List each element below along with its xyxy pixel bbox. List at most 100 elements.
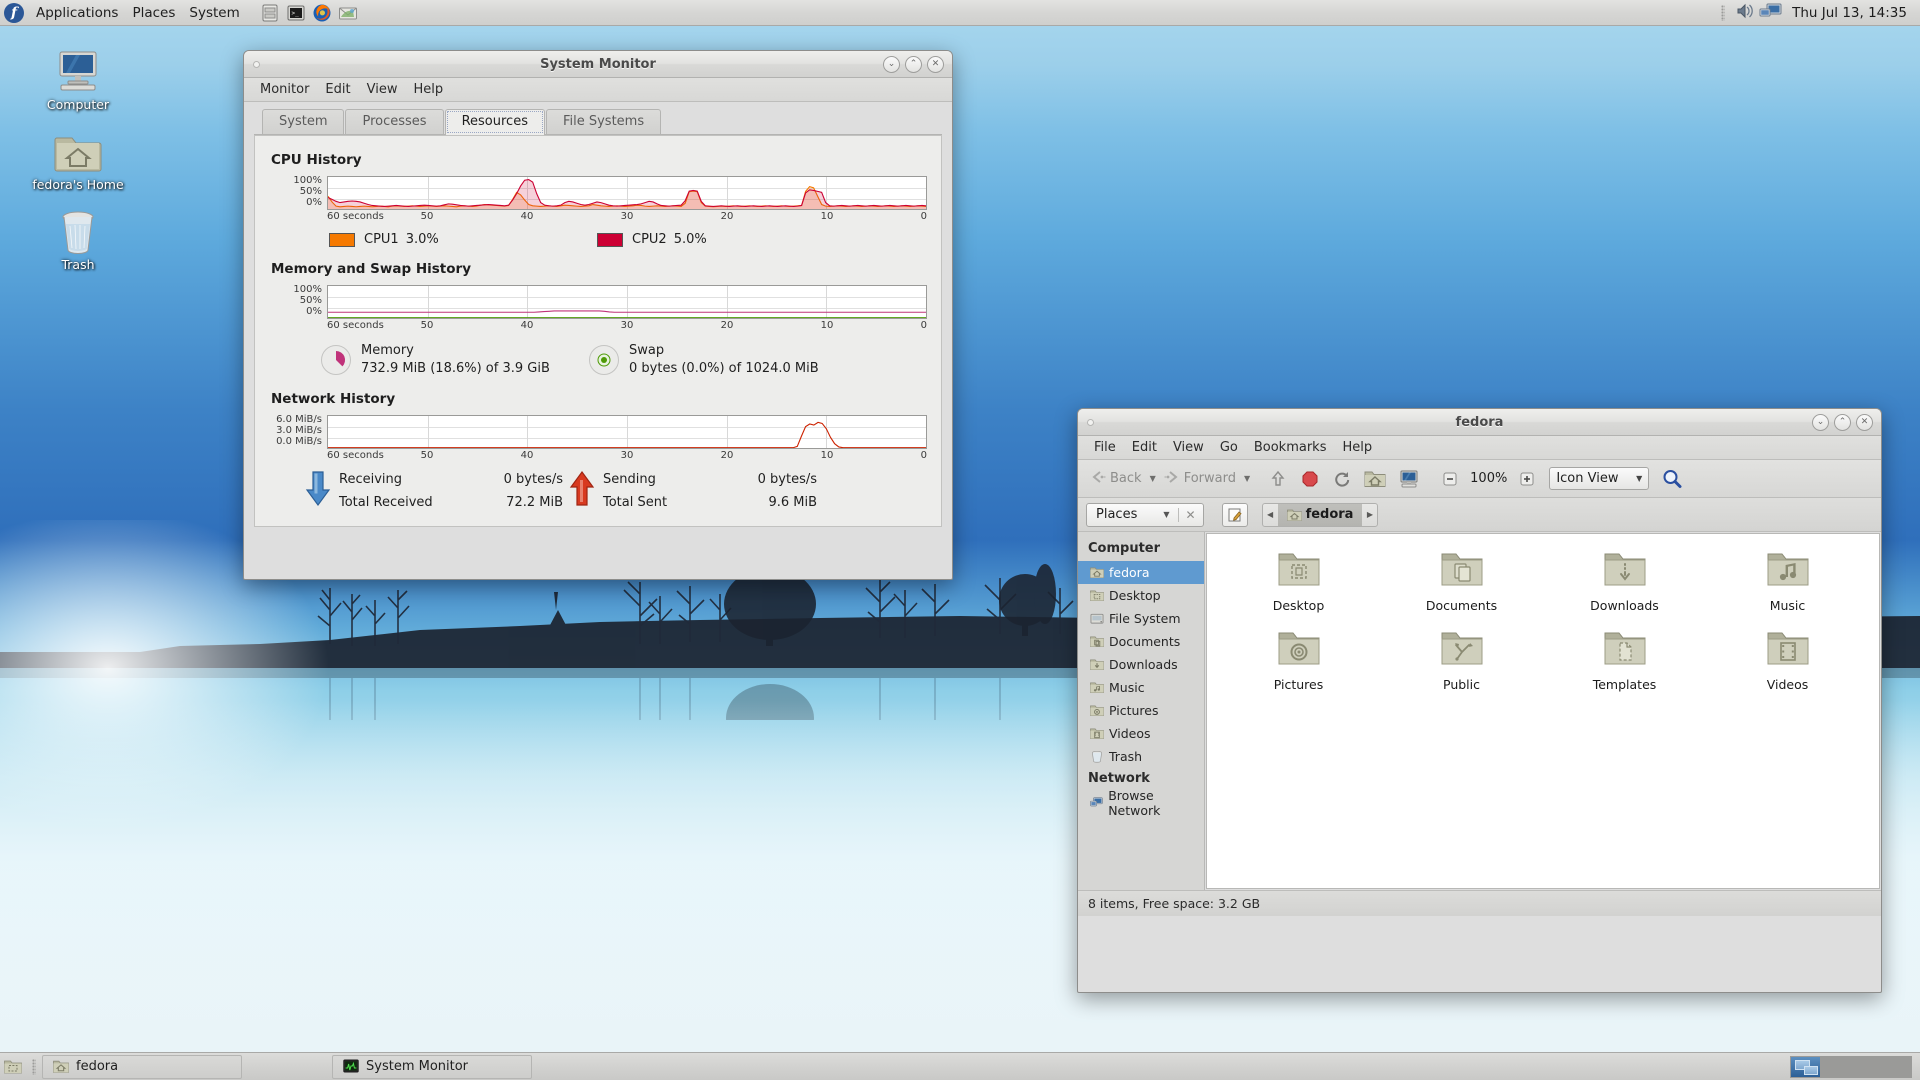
workspace-3[interactable] xyxy=(1851,1056,1881,1077)
sidebar-item-music[interactable]: Music xyxy=(1078,676,1204,699)
workspace-4[interactable] xyxy=(1881,1056,1911,1077)
cpu-plot xyxy=(327,176,927,210)
close-button[interactable]: ✕ xyxy=(927,55,944,73)
workspace-2[interactable] xyxy=(1821,1056,1851,1077)
forward-label: Forward xyxy=(1183,471,1236,486)
maximize-button[interactable]: ⌃ xyxy=(905,55,922,73)
file-item-downloads[interactable]: Downloads xyxy=(1543,548,1706,613)
taskbar-item-system-monitor[interactable]: System Monitor xyxy=(332,1054,532,1079)
sysmon-title: System Monitor xyxy=(540,56,656,72)
places-combo[interactable]: Places ▼ ✕ xyxy=(1086,502,1204,527)
email-icon[interactable] xyxy=(337,2,359,24)
tab-resources[interactable]: Resources xyxy=(444,109,545,135)
menu-applications[interactable]: Applications xyxy=(29,2,125,24)
close-button[interactable]: ✕ xyxy=(1856,413,1873,431)
taskbar-item-fedora[interactable]: fedora xyxy=(42,1054,242,1079)
zoom-out-button[interactable] xyxy=(1438,468,1462,490)
up-button[interactable] xyxy=(1264,466,1292,492)
file-item-public[interactable]: Public xyxy=(1380,627,1543,692)
filemgr-titlebar[interactable]: fedora ⌄ ⌃ ✕ xyxy=(1078,409,1881,436)
cpu2-legend-item[interactable]: CPU2 5.0% xyxy=(597,232,707,247)
archive-manager-icon[interactable] xyxy=(259,2,281,24)
zoom-in-button[interactable] xyxy=(1515,468,1539,490)
filemgr-menu-bookmarks[interactable]: Bookmarks xyxy=(1246,438,1335,457)
sidebar-item-documents[interactable]: Documents xyxy=(1078,630,1204,653)
breadcrumb-prev-icon[interactable]: ◀ xyxy=(1263,510,1278,519)
clear-icon[interactable]: ✕ xyxy=(1177,507,1203,522)
sidebar-item-fedora[interactable]: fedora xyxy=(1078,561,1204,584)
sidebar-item-videos[interactable]: Videos xyxy=(1078,722,1204,745)
workspace-window-thumb xyxy=(1804,1065,1818,1075)
workspace-switcher[interactable] xyxy=(1790,1055,1912,1078)
swap-value: 0 bytes (0.0%) of 1024.0 MiB xyxy=(629,360,819,376)
back-button[interactable]: Back xyxy=(1086,467,1146,491)
network-icon[interactable] xyxy=(1759,2,1783,24)
fedora-logo-icon[interactable]: f xyxy=(4,2,24,23)
sidebar-item-desktop[interactable]: Desktop xyxy=(1078,584,1204,607)
sidebar-item-label: Downloads xyxy=(1109,657,1178,672)
file-item-music[interactable]: Music xyxy=(1706,548,1869,613)
show-desktop-button[interactable] xyxy=(0,1059,26,1075)
minimize-button[interactable]: ⌄ xyxy=(883,55,900,73)
menu-places[interactable]: Places xyxy=(125,2,182,24)
file-item-videos[interactable]: Videos xyxy=(1706,627,1869,692)
file-item-desktop[interactable]: Desktop xyxy=(1217,548,1380,613)
sysmon-menu-edit[interactable]: Edit xyxy=(317,80,358,99)
desktop-icon-home[interactable]: fedora's Home xyxy=(30,122,126,193)
forward-dropdown-icon[interactable]: ▼ xyxy=(1244,474,1250,483)
cpu1-legend-item[interactable]: CPU1 3.0% xyxy=(329,232,597,247)
sysmon-titlebar[interactable]: System Monitor ⌄ ⌃ ✕ xyxy=(244,51,952,78)
tab-processes[interactable]: Processes xyxy=(345,109,444,134)
desktop[interactable]: Computer fedora's Home Trash f Applicati… xyxy=(0,0,1920,1080)
filemgr-icon-view[interactable]: Desktop Documents Downloads Music Pictur… xyxy=(1206,533,1880,889)
sidebar-item-pictures[interactable]: Pictures xyxy=(1078,699,1204,722)
file-item-documents[interactable]: Documents xyxy=(1380,548,1543,613)
sidebar-item-downloads[interactable]: Downloads xyxy=(1078,653,1204,676)
forward-button[interactable]: Forward xyxy=(1160,467,1240,491)
search-button[interactable] xyxy=(1657,465,1687,493)
filemgr-menu-go[interactable]: Go xyxy=(1212,438,1246,457)
filemgr-menu-edit[interactable]: Edit xyxy=(1124,438,1165,457)
stop-button[interactable] xyxy=(1296,466,1324,492)
cpu-legend: CPU1 3.0% CPU2 5.0% xyxy=(269,232,927,247)
sidebar-item-trash[interactable]: Trash xyxy=(1078,745,1204,768)
sidebar-item-browse-network[interactable]: Browse Network xyxy=(1078,788,1204,818)
filemgr-menu-help[interactable]: Help xyxy=(1334,438,1380,457)
view-mode-combo[interactable]: Icon View ▼ xyxy=(1549,467,1650,490)
breadcrumb-next-icon[interactable]: ▶ xyxy=(1362,510,1377,519)
breadcrumb-label: fedora xyxy=(1305,507,1354,522)
sysmon-menu-view[interactable]: View xyxy=(359,80,406,99)
filemgr-menu-view[interactable]: View xyxy=(1165,438,1212,457)
file-item-pictures[interactable]: Pictures xyxy=(1217,627,1380,692)
home-button[interactable] xyxy=(1360,466,1390,492)
memory-y-axis: 100% 50% 0% xyxy=(269,285,327,318)
filemgr-menu-file[interactable]: File xyxy=(1086,438,1124,457)
videos-folder-icon xyxy=(1090,728,1104,739)
system-monitor-window[interactable]: System Monitor ⌄ ⌃ ✕ Monitor Edit View H… xyxy=(243,50,953,580)
tab-file-systems[interactable]: File Systems xyxy=(545,109,662,134)
breadcrumb-item-fedora[interactable]: fedora xyxy=(1277,503,1363,526)
computer-button[interactable] xyxy=(1394,466,1424,492)
firefox-icon[interactable] xyxy=(311,2,333,24)
sysmon-menu-monitor[interactable]: Monitor xyxy=(252,80,317,99)
desktop-icon-computer[interactable]: Computer xyxy=(30,42,126,113)
file-manager-window[interactable]: fedora ⌄ ⌃ ✕ File Edit View Go Bookmarks… xyxy=(1077,408,1882,993)
desktop-icon-trash[interactable]: Trash xyxy=(30,202,126,273)
memory-stats: Memory 732.9 MiB (18.6%) of 3.9 GiB Swap… xyxy=(269,342,927,377)
memory-x-label: 10 xyxy=(820,320,834,331)
volume-icon[interactable] xyxy=(1735,2,1755,24)
workspace-1[interactable] xyxy=(1791,1056,1821,1077)
edit-location-button[interactable] xyxy=(1221,502,1248,527)
clock[interactable]: Thu Jul 13, 14:35 xyxy=(1787,3,1912,23)
back-dropdown-icon[interactable]: ▼ xyxy=(1150,474,1156,483)
sidebar-item-file-system[interactable]: File System xyxy=(1078,607,1204,630)
reload-button[interactable] xyxy=(1328,466,1356,492)
sysmon-menu-help[interactable]: Help xyxy=(405,80,451,99)
file-item-templates[interactable]: Templates xyxy=(1543,627,1706,692)
minimize-button[interactable]: ⌄ xyxy=(1812,413,1829,431)
computer-icon xyxy=(30,42,126,94)
tab-system[interactable]: System xyxy=(262,109,345,134)
maximize-button[interactable]: ⌃ xyxy=(1834,413,1851,431)
terminal-icon[interactable]: >_ xyxy=(285,2,307,24)
menu-system[interactable]: System xyxy=(182,2,246,24)
